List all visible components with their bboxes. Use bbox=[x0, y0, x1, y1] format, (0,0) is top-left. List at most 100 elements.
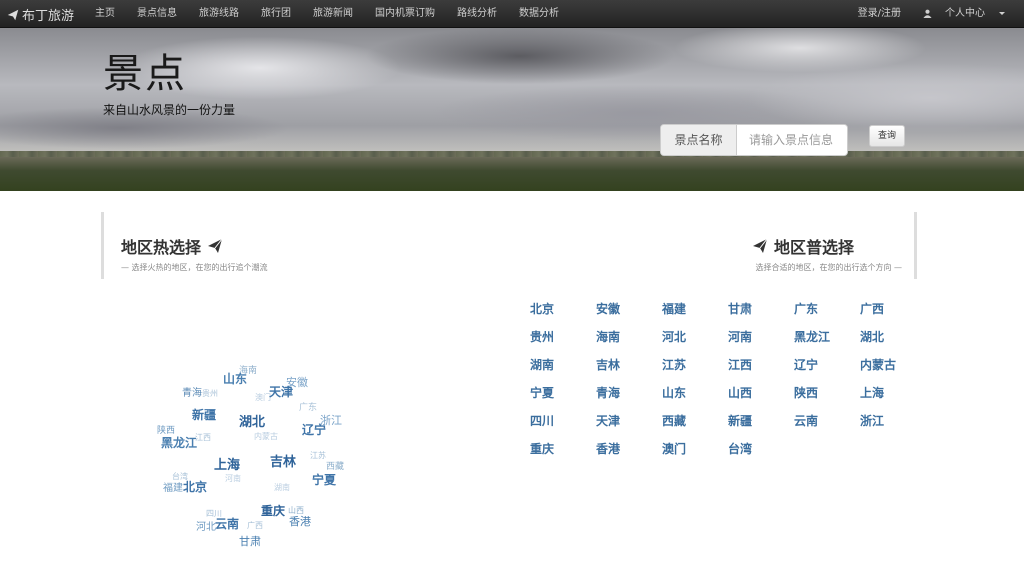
region-word-cloud: 海南 山东 安徽 青海 贵州 澳门 天津 广东 新疆 浙江 湖北 辽宁 陕西 江西 内蒙古 黑龙江 江苏 上海 吉林… bbox=[150, 360, 370, 560]
word-cloud-item[interactable]: 重庆 bbox=[261, 505, 285, 517]
region-link[interactable]: 浙江 bbox=[860, 411, 926, 439]
page-subtitle: 来自山水风景的一份力量 bbox=[103, 103, 236, 117]
region-link[interactable]: 甘肃 bbox=[728, 299, 794, 327]
region-link[interactable]: 云南 bbox=[794, 411, 860, 439]
region-link[interactable]: 贵州 bbox=[530, 327, 596, 355]
word-cloud-item[interactable]: 宁夏 bbox=[312, 474, 336, 486]
word-cloud-item[interactable]: 黑龙江 bbox=[161, 437, 197, 449]
word-cloud-item[interactable]: 湖北 bbox=[239, 416, 265, 429]
region-link[interactable]: 河北 bbox=[662, 327, 728, 355]
top-navbar: 布丁旅游 主页 景点信息 旅游线路 旅行团 旅游新闻 国内机票订购 路线分析 数… bbox=[0, 0, 1024, 28]
nav-item-routes[interactable]: 旅游线路 bbox=[188, 0, 250, 28]
nav-item-travel-news[interactable]: 旅游新闻 bbox=[302, 0, 364, 28]
word-cloud-item[interactable]: 江西 bbox=[195, 434, 211, 442]
region-link[interactable]: 湖北 bbox=[860, 327, 926, 355]
brand-name: 布丁旅游 bbox=[22, 9, 75, 24]
region-link[interactable]: 江苏 bbox=[662, 355, 728, 383]
word-cloud-item[interactable]: 江苏 bbox=[310, 452, 326, 460]
region-link[interactable]: 广西 bbox=[860, 299, 926, 327]
region-link[interactable]: 福建 bbox=[662, 299, 728, 327]
region-link[interactable]: 广东 bbox=[794, 299, 860, 327]
nav-right: 登录/注册 个人中心 bbox=[847, 0, 1016, 28]
word-cloud-item[interactable]: 香港 bbox=[289, 516, 311, 527]
common-region-title: 地区普选择 bbox=[773, 238, 854, 257]
user-center-label: 个人中心 bbox=[945, 8, 985, 19]
region-link[interactable]: 宁夏 bbox=[530, 383, 596, 411]
region-link[interactable]: 上海 bbox=[860, 383, 926, 411]
brand-link[interactable]: 布丁旅游 bbox=[7, 5, 74, 24]
word-cloud-item[interactable]: 福建 bbox=[163, 484, 183, 494]
word-cloud-item[interactable]: 西藏 bbox=[326, 463, 344, 472]
region-link[interactable]: 青海 bbox=[596, 383, 662, 411]
word-cloud-item[interactable]: 河北 bbox=[196, 523, 216, 533]
login-register-link[interactable]: 登录/注册 bbox=[847, 0, 912, 28]
region-link[interactable]: 山东 bbox=[662, 383, 728, 411]
hot-region-title: 地区热选择 bbox=[121, 238, 202, 257]
word-cloud-item[interactable]: 甘肃 bbox=[239, 536, 261, 547]
word-cloud-item[interactable]: 广东 bbox=[299, 404, 317, 413]
user-icon bbox=[923, 9, 932, 18]
region-link[interactable]: 海南 bbox=[596, 327, 662, 355]
nav-item-attractions[interactable]: 景点信息 bbox=[126, 0, 188, 28]
word-cloud-item[interactable]: 上海 bbox=[214, 459, 240, 472]
word-cloud-item[interactable]: 山东 bbox=[223, 373, 247, 385]
region-link[interactable]: 天津 bbox=[596, 411, 662, 439]
search-button[interactable]: 查询 bbox=[869, 125, 906, 147]
chevron-down-icon bbox=[999, 11, 1005, 15]
word-cloud-item[interactable]: 河南 bbox=[225, 475, 241, 483]
word-cloud-item[interactable]: 青海 bbox=[182, 389, 202, 399]
forest-ground bbox=[0, 157, 1024, 191]
region-link[interactable]: 辽宁 bbox=[794, 355, 860, 383]
paper-plane-icon bbox=[7, 9, 19, 20]
region-link[interactable]: 陕西 bbox=[794, 383, 860, 411]
hero-banner: 景点 来自山水风景的一份力量 景点名称 查询 bbox=[0, 28, 1024, 191]
common-region-title-row: 地区普选择 bbox=[752, 234, 854, 258]
page-title: 景点 bbox=[103, 51, 187, 97]
region-link[interactable]: 西藏 bbox=[662, 411, 728, 439]
region-link[interactable]: 重庆 bbox=[530, 439, 596, 467]
word-cloud-item[interactable]: 贵州 bbox=[202, 390, 218, 398]
region-link[interactable]: 台湾 bbox=[728, 439, 794, 467]
word-cloud-item[interactable]: 天津 bbox=[269, 386, 293, 398]
nav-item-data-analysis[interactable]: 数据分析 bbox=[508, 0, 570, 28]
region-link[interactable]: 澳门 bbox=[662, 439, 728, 467]
word-cloud-item[interactable]: 云南 bbox=[215, 518, 239, 530]
common-region-subtitle: 选择合适的地区，在您的出行选个方向 — bbox=[755, 263, 902, 272]
region-link[interactable]: 河南 bbox=[728, 327, 794, 355]
word-cloud-item[interactable]: 北京 bbox=[183, 481, 207, 493]
region-link[interactable]: 四川 bbox=[530, 411, 596, 439]
word-cloud-item[interactable]: 山西 bbox=[288, 507, 304, 515]
word-cloud-item[interactable]: 吉林 bbox=[270, 456, 296, 469]
region-link[interactable]: 山西 bbox=[728, 383, 794, 411]
region-link[interactable]: 吉林 bbox=[596, 355, 662, 383]
region-link[interactable]: 香港 bbox=[596, 439, 662, 467]
word-cloud-item[interactable]: 湖南 bbox=[274, 484, 290, 492]
region-link[interactable]: 内蒙古 bbox=[860, 355, 926, 383]
region-link[interactable]: 湖南 bbox=[530, 355, 596, 383]
word-cloud-item[interactable]: 辽宁 bbox=[302, 424, 326, 436]
paper-plane-icon bbox=[208, 238, 223, 253]
search-input[interactable] bbox=[737, 125, 847, 155]
nav-item-flight-booking[interactable]: 国内机票订购 bbox=[364, 0, 446, 28]
search-label: 景点名称 bbox=[661, 125, 737, 155]
word-cloud-item[interactable]: 陕西 bbox=[157, 427, 175, 436]
region-link[interactable]: 黑龙江 bbox=[794, 327, 860, 355]
attraction-search: 景点名称 bbox=[660, 124, 848, 156]
hot-region-header: 地区热选择 — 选择火热的地区，在您的出行追个潮流 bbox=[101, 212, 481, 279]
word-cloud-item[interactable]: 内蒙古 bbox=[254, 433, 278, 441]
user-center-dropdown[interactable]: 个人中心 bbox=[912, 0, 1016, 28]
nav-item-route-analysis[interactable]: 路线分析 bbox=[446, 0, 508, 28]
hot-region-subtitle: — 选择火热的地区，在您的出行追个潮流 bbox=[121, 263, 268, 272]
nav-menu: 主页 景点信息 旅游线路 旅行团 旅游新闻 国内机票订购 路线分析 数据分析 bbox=[84, 0, 570, 28]
common-region-header: 地区普选择 选择合适的地区，在您的出行选个方向 — bbox=[540, 212, 917, 279]
region-grid: 北京 安徽 福建 甘肃 广东 广西贵州 海南 河北 河南 黑龙江 湖北湖南 吉林 江苏 江西 辽宁 内蒙古宁夏… bbox=[530, 299, 926, 467]
nav-item-tour-groups[interactable]: 旅行团 bbox=[250, 0, 302, 28]
word-cloud-item[interactable]: 广西 bbox=[247, 522, 263, 530]
region-link[interactable]: 新疆 bbox=[728, 411, 794, 439]
region-link[interactable]: 北京 bbox=[530, 299, 596, 327]
region-link[interactable]: 安徽 bbox=[596, 299, 662, 327]
paper-plane-icon bbox=[752, 238, 768, 253]
word-cloud-item[interactable]: 新疆 bbox=[192, 409, 216, 421]
region-link[interactable]: 江西 bbox=[728, 355, 794, 383]
nav-item-home[interactable]: 主页 bbox=[84, 0, 126, 28]
